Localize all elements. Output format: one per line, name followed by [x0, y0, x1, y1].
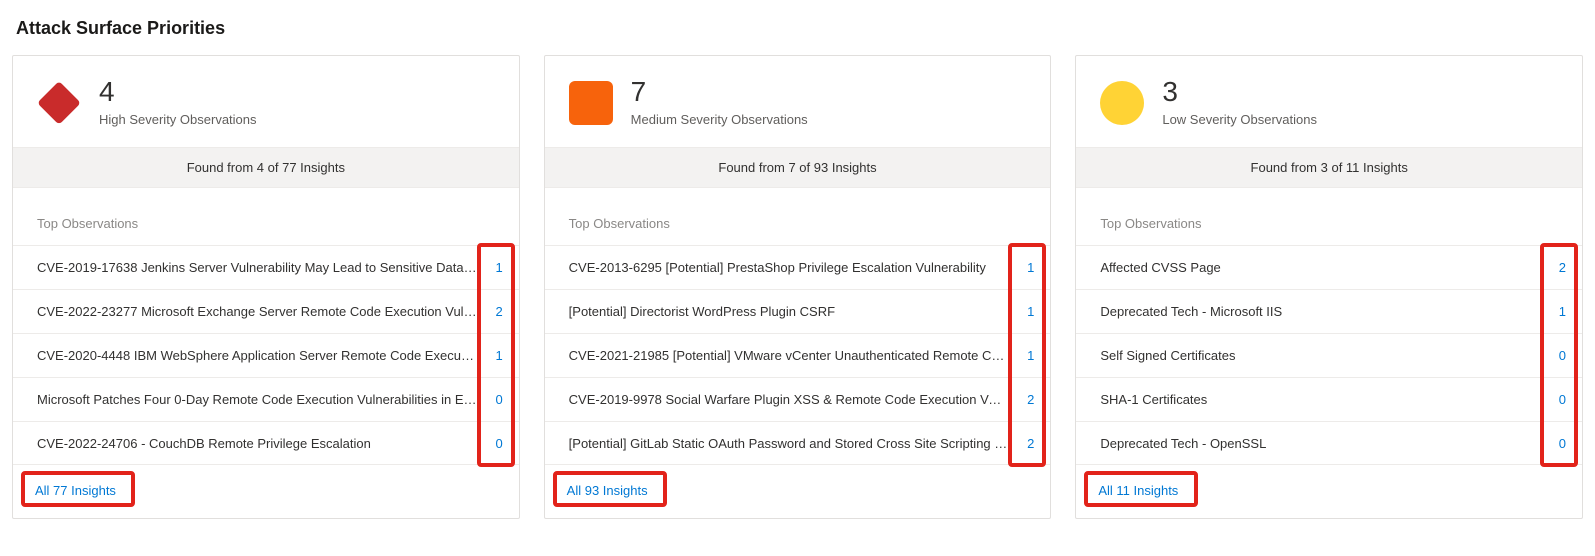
observation-row[interactable]: [Potential] GitLab Static OAuth Password… — [545, 421, 1051, 465]
observation-title: Deprecated Tech - Microsoft IIS — [1100, 304, 1548, 319]
observation-row[interactable]: Self Signed Certificates 0 — [1076, 333, 1582, 377]
observation-title: Microsoft Patches Four 0-Day Remote Code… — [37, 392, 485, 407]
observation-title: CVE-2022-24706 - CouchDB Remote Privileg… — [37, 436, 485, 451]
observation-title: CVE-2019-17638 Jenkins Server Vulnerabil… — [37, 260, 485, 275]
page-title: Attack Surface Priorities — [16, 18, 1583, 39]
all-insights-link-medium[interactable]: All 93 Insights — [561, 479, 654, 502]
observation-row[interactable]: Deprecated Tech - OpenSSL 0 — [1076, 421, 1582, 465]
observation-row[interactable]: CVE-2021-21985 [Potential] VMware vCente… — [545, 333, 1051, 377]
observation-count[interactable]: 2 — [485, 304, 503, 319]
top-observations-label: Top Observations — [13, 188, 519, 245]
low-found-line: Found from 3 of 11 Insights — [1076, 147, 1582, 188]
card-medium-severity: 7 Medium Severity Observations Found fro… — [544, 55, 1052, 519]
card-header: 7 Medium Severity Observations — [545, 56, 1051, 147]
severity-high-icon — [37, 81, 81, 125]
observation-title: [Potential] GitLab Static OAuth Password… — [569, 436, 1017, 451]
high-found-line: Found from 4 of 77 Insights — [13, 147, 519, 188]
observation-count[interactable]: 1 — [485, 260, 503, 275]
observation-title: CVE-2013-6295 [Potential] PrestaShop Pri… — [569, 260, 1017, 275]
observation-count[interactable]: 0 — [1548, 348, 1566, 363]
medium-found-line: Found from 7 of 93 Insights — [545, 147, 1051, 188]
observation-title: Deprecated Tech - OpenSSL — [1100, 436, 1548, 451]
observation-count[interactable]: 2 — [1016, 436, 1034, 451]
medium-count: 7 — [631, 78, 808, 106]
observation-title: CVE-2020-4448 IBM WebSphere Application … — [37, 348, 485, 363]
observation-count[interactable]: 1 — [1548, 304, 1566, 319]
observation-row[interactable]: Affected CVSS Page 2 — [1076, 245, 1582, 289]
priority-cards: 4 High Severity Observations Found from … — [12, 55, 1583, 519]
observation-title: Self Signed Certificates — [1100, 348, 1548, 363]
high-count: 4 — [99, 78, 257, 106]
observation-row[interactable]: SHA-1 Certificates 0 — [1076, 377, 1582, 421]
observation-count[interactable]: 0 — [1548, 436, 1566, 451]
observation-count[interactable]: 1 — [485, 348, 503, 363]
medium-observation-list: CVE-2013-6295 [Potential] PrestaShop Pri… — [545, 245, 1051, 465]
card-header: 4 High Severity Observations — [13, 56, 519, 147]
top-observations-label: Top Observations — [545, 188, 1051, 245]
observation-count[interactable]: 2 — [1016, 392, 1034, 407]
top-observations-label: Top Observations — [1076, 188, 1582, 245]
severity-medium-icon — [569, 81, 613, 125]
all-insights-link-high[interactable]: All 77 Insights — [29, 479, 122, 502]
observation-count[interactable]: 0 — [485, 392, 503, 407]
medium-subtitle: Medium Severity Observations — [631, 112, 808, 127]
observation-title: Affected CVSS Page — [1100, 260, 1548, 275]
observation-row[interactable]: CVE-2022-23277 Microsoft Exchange Server… — [13, 289, 519, 333]
observation-row[interactable]: CVE-2019-17638 Jenkins Server Vulnerabil… — [13, 245, 519, 289]
observation-count[interactable]: 1 — [1016, 348, 1034, 363]
observation-title: CVE-2021-21985 [Potential] VMware vCente… — [569, 348, 1017, 363]
severity-low-icon — [1100, 81, 1144, 125]
observation-row[interactable]: CVE-2020-4448 IBM WebSphere Application … — [13, 333, 519, 377]
observation-count[interactable]: 0 — [1548, 392, 1566, 407]
high-subtitle: High Severity Observations — [99, 112, 257, 127]
high-observation-list: CVE-2019-17638 Jenkins Server Vulnerabil… — [13, 245, 519, 465]
low-observation-list: Affected CVSS Page 2 Deprecated Tech - M… — [1076, 245, 1582, 465]
observation-count[interactable]: 0 — [485, 436, 503, 451]
low-subtitle: Low Severity Observations — [1162, 112, 1317, 127]
observation-row[interactable]: CVE-2013-6295 [Potential] PrestaShop Pri… — [545, 245, 1051, 289]
card-low-severity: 3 Low Severity Observations Found from 3… — [1075, 55, 1583, 519]
observation-row[interactable]: CVE-2019-9978 Social Warfare Plugin XSS … — [545, 377, 1051, 421]
observation-title: [Potential] Directorist WordPress Plugin… — [569, 304, 1017, 319]
all-insights-link-low[interactable]: All 11 Insights — [1092, 479, 1184, 502]
low-count: 3 — [1162, 78, 1317, 106]
observation-row[interactable]: Microsoft Patches Four 0-Day Remote Code… — [13, 377, 519, 421]
card-header: 3 Low Severity Observations — [1076, 56, 1582, 147]
observation-row[interactable]: [Potential] Directorist WordPress Plugin… — [545, 289, 1051, 333]
observation-count[interactable]: 1 — [1016, 260, 1034, 275]
card-high-severity: 4 High Severity Observations Found from … — [12, 55, 520, 519]
observation-title: CVE-2022-23277 Microsoft Exchange Server… — [37, 304, 485, 319]
observation-count[interactable]: 2 — [1548, 260, 1566, 275]
observation-row[interactable]: Deprecated Tech - Microsoft IIS 1 — [1076, 289, 1582, 333]
observation-row[interactable]: CVE-2022-24706 - CouchDB Remote Privileg… — [13, 421, 519, 465]
observation-title: SHA-1 Certificates — [1100, 392, 1548, 407]
observation-count[interactable]: 1 — [1016, 304, 1034, 319]
observation-title: CVE-2019-9978 Social Warfare Plugin XSS … — [569, 392, 1017, 407]
